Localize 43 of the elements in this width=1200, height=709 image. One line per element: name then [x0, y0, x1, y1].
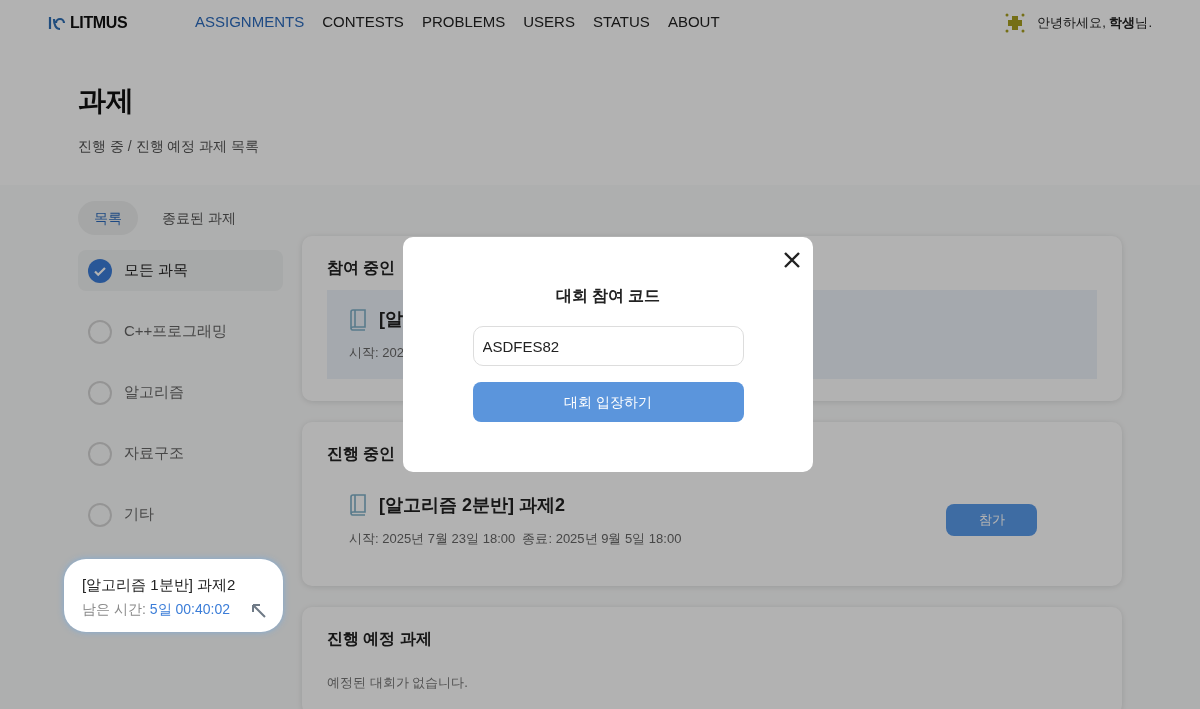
assignment-title: [알고리즘 2분반] 과제2: [379, 493, 565, 517]
nav-link[interactable]: CONTESTS: [322, 11, 404, 34]
modal-title: 대회 참여 코드: [555, 286, 661, 306]
assignment-dates: 시작: 202: [349, 344, 404, 362]
logo-text: LITMUS: [70, 12, 128, 33]
empty-message: 예정된 대회가 없습니다.: [327, 674, 468, 692]
subject-filter[interactable]: 모든 과목: [78, 250, 283, 291]
subject-filter[interactable]: 알고리즘: [78, 372, 283, 413]
nav-link[interactable]: ABOUT: [667, 11, 720, 34]
remaining-label: 남은 시간:: [82, 599, 146, 619]
assignment-dates: 시작: 2025년 7월 23일 18:00 종료: 2025년 9월 5일 18:00: [349, 529, 682, 548]
remaining-time: 5일 00:40:02: [149, 599, 230, 619]
arrow-icon: [251, 603, 267, 619]
page-subtitle: 진행 중 / 진행 예정 과제 목록: [78, 137, 261, 156]
section-title: 진행 예정 과제: [327, 629, 432, 649]
avatar-icon: [1005, 12, 1026, 33]
code-input[interactable]: ASDFES82: [472, 326, 744, 366]
filter-label: 알고리즘: [124, 382, 184, 403]
tab[interactable]: 종료된 과제: [146, 201, 252, 235]
greeting-text: 안녕하세요, 학생님.: [1037, 13, 1152, 32]
nav-link[interactable]: STATUS: [592, 11, 650, 34]
logo-icon: [48, 14, 66, 31]
filter-label: C++프로그래밍: [124, 321, 228, 342]
nav-link[interactable]: ASSIGNMENTS: [195, 11, 305, 34]
subject-filter[interactable]: C++프로그래밍: [78, 311, 283, 352]
nav-link[interactable]: USERS: [523, 11, 575, 34]
timer-title: [알고리즘 1분반] 과제2: [82, 575, 237, 595]
timer-popup[interactable]: [알고리즘 1분반] 과제2 남은 시간: 5일 00:40:02: [64, 559, 283, 632]
close-icon[interactable]: [783, 251, 801, 269]
assignment-item[interactable]: [알고리즘 2분반] 과제2 시작: 2025년 7월 23일 18:00 종료: 2025년 9월 5일 18:00 참가: [327, 475, 1097, 564]
section-title: 참여 중인: [327, 258, 396, 278]
filter-label: 모든 과목: [124, 260, 189, 281]
assignment-title: [알: [379, 308, 403, 331]
subject-filter[interactable]: 자료구조: [78, 433, 283, 474]
tab[interactable]: 목록: [78, 201, 138, 235]
page-title: 과제: [78, 84, 135, 118]
book-icon: [349, 494, 367, 516]
filter-label: 자료구조: [124, 443, 184, 464]
book-icon: [349, 308, 367, 331]
filter-label: 기타: [124, 504, 154, 525]
nav-link[interactable]: PROBLEMS: [421, 11, 506, 34]
subject-filter[interactable]: 기타: [78, 494, 283, 535]
section-title: 진행 중인: [327, 443, 396, 464]
